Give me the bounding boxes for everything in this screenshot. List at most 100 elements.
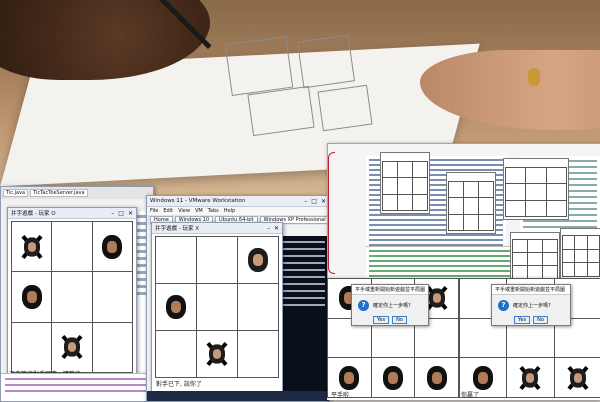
- menu-help[interactable]: Help: [224, 208, 235, 214]
- maximize-icon[interactable]: □: [118, 210, 124, 217]
- game-status-left: 平手啦: [331, 392, 350, 399]
- sketch-grid-2: [296, 34, 356, 89]
- editor-tabs: Tic.java TicTacToeServer.java: [1, 187, 153, 199]
- vm-titlebar: Windows 11 - VMware Workstation – □ ✕: [147, 196, 329, 207]
- sketch-grid-1: [224, 35, 294, 97]
- board-cell[interactable]: [554, 358, 600, 397]
- dialog-title: 平手或重新開始新遊戲並平局圖: [492, 285, 570, 295]
- game-status: 對手已下, 該你了: [156, 381, 202, 388]
- player-avatar: [209, 344, 225, 364]
- board-cell[interactable]: [92, 322, 132, 372]
- mini-board: [446, 172, 496, 234]
- question-icon: ?: [358, 300, 369, 311]
- minimize-icon[interactable]: –: [267, 225, 270, 232]
- dialog-message: 確定你上一步嗎?: [513, 303, 551, 309]
- game-board: [155, 236, 279, 378]
- board-cell[interactable]: [92, 222, 132, 272]
- menu-tabs[interactable]: Tabs: [208, 208, 219, 214]
- game-board: [562, 235, 600, 277]
- player-avatar: [21, 284, 42, 309]
- game-board: [512, 239, 558, 279]
- board-cell[interactable]: [238, 331, 278, 377]
- menu-view[interactable]: View: [178, 208, 190, 214]
- game-status-right: 你贏了: [461, 392, 480, 399]
- game-titlebar: 井字遊戲 - 玩家 O – □ ✕: [8, 208, 136, 219]
- board-cell[interactable]: [12, 222, 52, 272]
- vmware-window: Windows 11 - VMware Workstation – □ ✕ File…: [146, 195, 330, 402]
- board-cell[interactable]: [197, 284, 237, 330]
- player-avatar: [522, 368, 539, 388]
- player-avatar: [248, 248, 268, 272]
- game-board: [11, 221, 133, 373]
- player-avatar: [473, 365, 494, 390]
- close-icon[interactable]: ✕: [128, 210, 133, 217]
- editor-tab[interactable]: TicTacToeServer.java: [30, 189, 88, 197]
- mini-board: [380, 152, 430, 214]
- mini-board: [503, 158, 569, 220]
- confirm-dialog-right: 平手或重新開始新遊戲並平局圖 ? 確定你上一步嗎? Yes No: [491, 284, 571, 326]
- player-avatar: [426, 365, 447, 390]
- board-cell[interactable]: [197, 331, 237, 377]
- board-cell[interactable]: [52, 322, 92, 372]
- player-avatar: [102, 234, 123, 259]
- game-title: 井字遊戲 - 玩家 O: [11, 211, 56, 217]
- dialog-title: 平手或重新開始新遊戲並平局圖: [352, 285, 428, 295]
- question-icon: ?: [498, 300, 509, 311]
- game-titlebar: 井字遊戲 - 玩家 X – ✕: [152, 223, 282, 234]
- sketch-grid-3: [247, 85, 315, 137]
- editor-tab[interactable]: Tic.java: [3, 189, 29, 197]
- minimize-icon[interactable]: –: [304, 198, 307, 205]
- board-cell[interactable]: [12, 272, 52, 322]
- yes-button[interactable]: Yes: [514, 316, 531, 324]
- close-icon[interactable]: ✕: [274, 225, 279, 232]
- board-cell[interactable]: [238, 284, 278, 330]
- vm-menubar: File Edit View VM Tabs Help: [147, 207, 329, 215]
- vm-title: Windows 11 - VMware Workstation: [150, 198, 246, 204]
- no-button[interactable]: No: [392, 316, 407, 324]
- player-avatar: [63, 337, 80, 357]
- menu-vm[interactable]: VM: [195, 208, 203, 214]
- game-board: [382, 161, 428, 211]
- player-avatar: [428, 288, 445, 308]
- board-cell[interactable]: [92, 272, 132, 322]
- mini-board: [560, 228, 600, 279]
- board-cell[interactable]: [156, 284, 196, 330]
- close-icon[interactable]: ✕: [321, 198, 326, 205]
- game-board: [448, 181, 494, 231]
- board-cell[interactable]: [52, 222, 92, 272]
- board-cell[interactable]: [12, 322, 52, 372]
- menu-file[interactable]: File: [150, 208, 158, 214]
- maximize-icon[interactable]: □: [311, 198, 317, 205]
- ide-screenshot: [327, 143, 600, 280]
- player-avatar: [339, 365, 360, 390]
- vm-desktop[interactable]: [277, 236, 329, 401]
- menu-edit[interactable]: Edit: [163, 208, 173, 214]
- console-panel: [1, 373, 153, 401]
- ring: [528, 68, 540, 86]
- game-window-x: 井字遊戲 - 玩家 X – ✕ 對手已下, 該你了: [151, 222, 283, 392]
- dialog-message: 確定你上一步嗎?: [373, 303, 411, 309]
- board-cell[interactable]: [52, 272, 92, 322]
- board-cell[interactable]: [415, 358, 458, 397]
- yes-button[interactable]: Yes: [373, 316, 390, 324]
- player-avatar: [569, 368, 586, 388]
- mini-board: [510, 232, 560, 279]
- player-avatar: [382, 365, 403, 390]
- no-button[interactable]: No: [533, 316, 548, 324]
- board-cell[interactable]: [371, 358, 415, 397]
- board-cell[interactable]: [507, 358, 554, 397]
- minimize-icon[interactable]: –: [111, 210, 114, 217]
- board-cell[interactable]: [197, 237, 237, 283]
- red-bracket-annotation: [328, 152, 335, 274]
- sketch-grid-4: [317, 84, 373, 132]
- game-boards-collage: 平手或重新開始新遊戲並平局圖 ? 確定你上一步嗎? Yes No 平手或重新開始…: [327, 278, 600, 400]
- eclipse-ide-window: Tic.java TicTacToeServer.java 井字遊戲 - 玩家 …: [0, 186, 154, 402]
- board-cell[interactable]: [238, 237, 278, 283]
- board-cell[interactable]: [156, 331, 196, 377]
- game-title: 井字遊戲 - 玩家 X: [155, 226, 199, 232]
- game-board: [505, 167, 567, 217]
- player-avatar: [23, 237, 40, 257]
- confirm-dialog-left: 平手或重新開始新遊戲並平局圖 ? 確定你上一步嗎? Yes No: [351, 284, 429, 326]
- player-avatar: [166, 295, 186, 319]
- board-cell[interactable]: [156, 237, 196, 283]
